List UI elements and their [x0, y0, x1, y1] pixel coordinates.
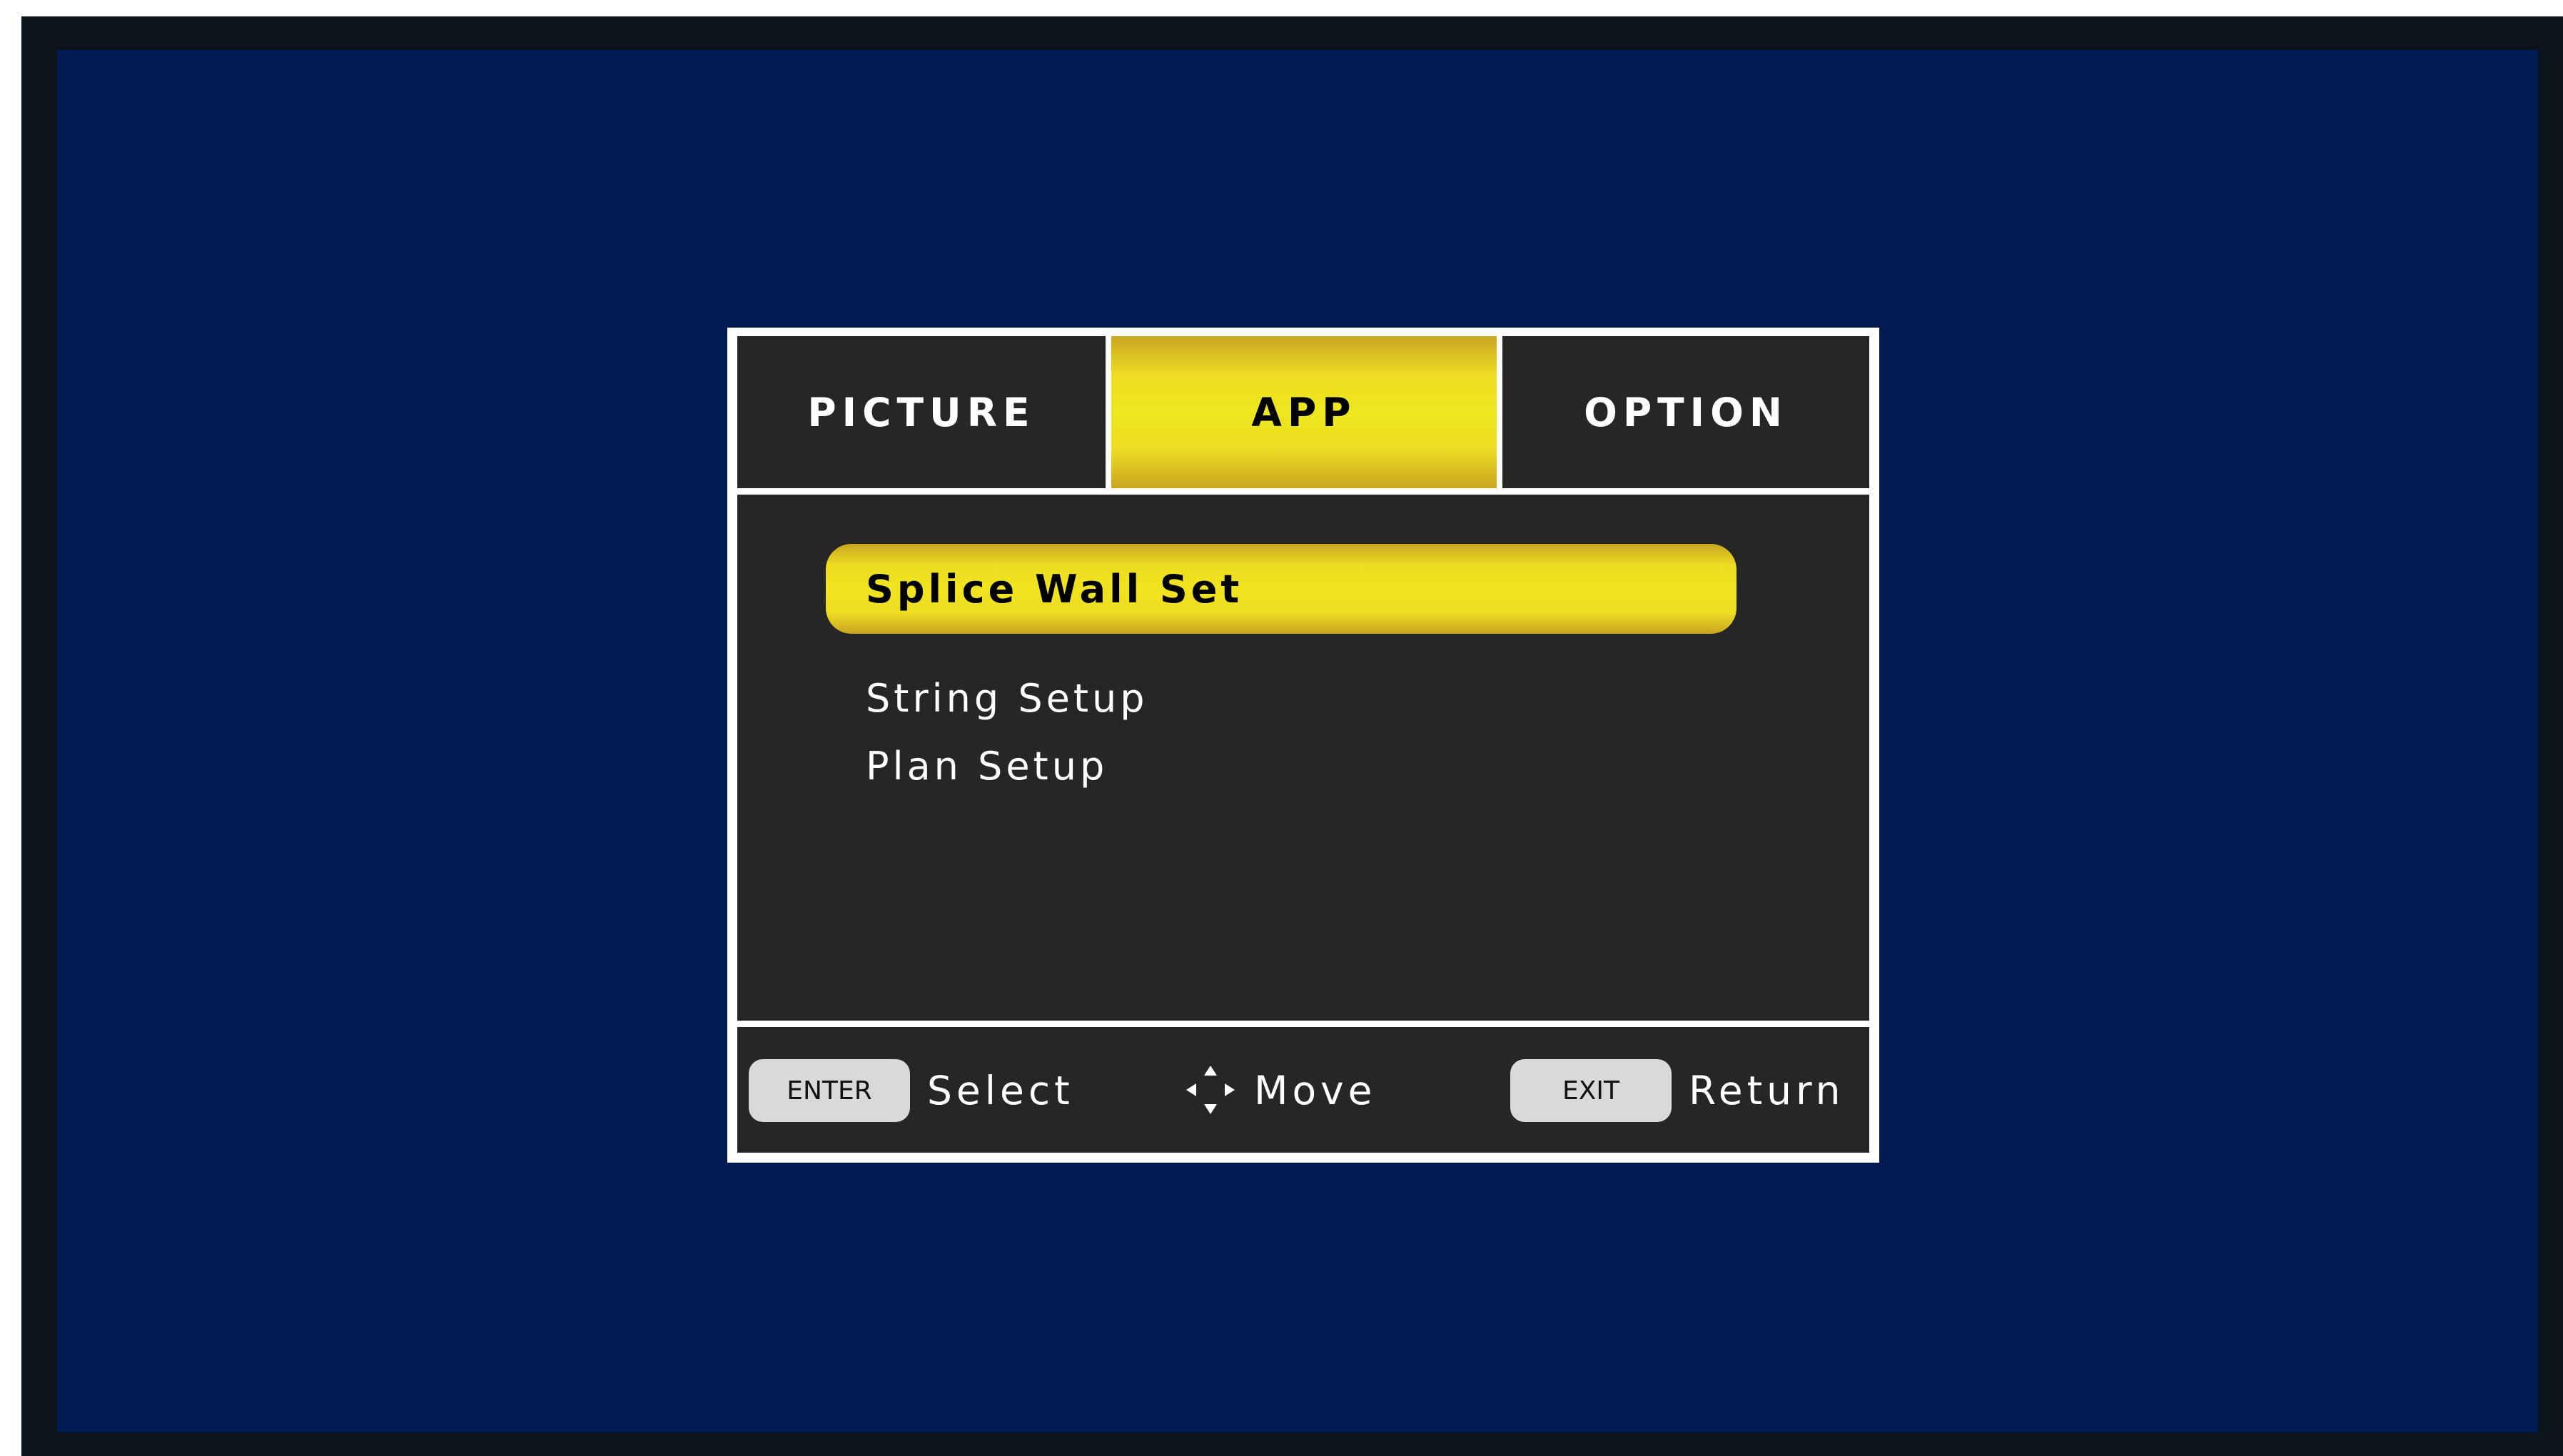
four-way-arrows-icon: [1186, 1066, 1235, 1114]
tab-picture[interactable]: PICTURE: [737, 336, 1106, 488]
return-hint-label: Return: [1689, 1068, 1845, 1113]
select-hint-label: Select: [927, 1068, 1074, 1113]
move-hint-label: Move: [1254, 1068, 1377, 1113]
menu-item-splice-wall-set[interactable]: Splice Wall Set: [826, 544, 1737, 634]
tab-option[interactable]: OPTION: [1502, 336, 1869, 488]
key-hint-bar: ENTER Select Move EXIT Return: [737, 1027, 1869, 1153]
enter-key[interactable]: ENTER: [749, 1059, 910, 1122]
exit-key[interactable]: EXIT: [1510, 1059, 1672, 1122]
menu-item-plan-setup[interactable]: Plan Setup: [826, 721, 1108, 811]
tab-app[interactable]: APP: [1111, 336, 1497, 488]
